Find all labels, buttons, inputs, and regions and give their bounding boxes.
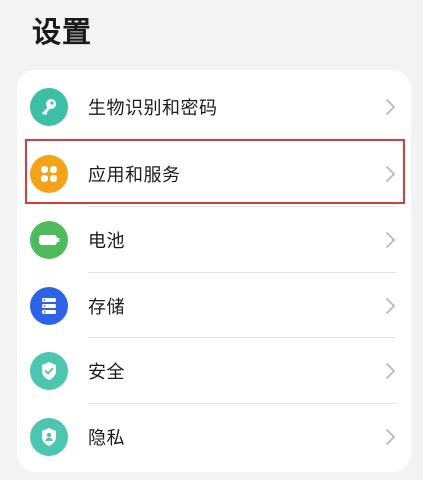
settings-item-label: 安全 <box>88 361 125 383</box>
settings-item-label: 隐私 <box>88 427 125 449</box>
chevron-right-icon <box>386 98 395 115</box>
settings-item-label: 应用和服务 <box>88 164 181 186</box>
chevron-right-icon <box>386 362 395 379</box>
settings-item-privacy[interactable]: 隐私 <box>17 403 411 470</box>
settings-item-label: 存储 <box>88 296 125 318</box>
battery-icon <box>30 220 68 259</box>
settings-item-storage[interactable]: 存储 <box>17 272 411 339</box>
settings-item-label: 电池 <box>88 230 125 252</box>
chevron-right-icon <box>386 165 395 182</box>
settings-item-battery[interactable]: 电池 <box>17 206 411 273</box>
shield-check-icon <box>30 351 68 390</box>
storage-icon <box>30 286 68 325</box>
key-icon <box>30 87 68 126</box>
settings-item-biometrics-password[interactable]: 生物识别和密码 <box>17 73 411 140</box>
settings-list-card: 生物识别和密码 应用和服务 电池 存储 安全 隐私 <box>17 70 411 472</box>
settings-item-security[interactable]: 安全 <box>17 337 411 404</box>
page-title: 设置 <box>32 15 93 49</box>
privacy-shield-icon <box>30 417 68 456</box>
settings-item-label: 生物识别和密码 <box>88 97 218 119</box>
apps-grid-icon <box>30 154 68 193</box>
chevron-right-icon <box>386 428 395 445</box>
chevron-right-icon <box>386 231 395 248</box>
chevron-right-icon <box>386 297 395 314</box>
settings-item-apps-services[interactable]: 应用和服务 <box>17 140 411 207</box>
settings-page: 设置 生物识别和密码 应用和服务 电池 存储 安全 隐私 <box>0 0 423 480</box>
